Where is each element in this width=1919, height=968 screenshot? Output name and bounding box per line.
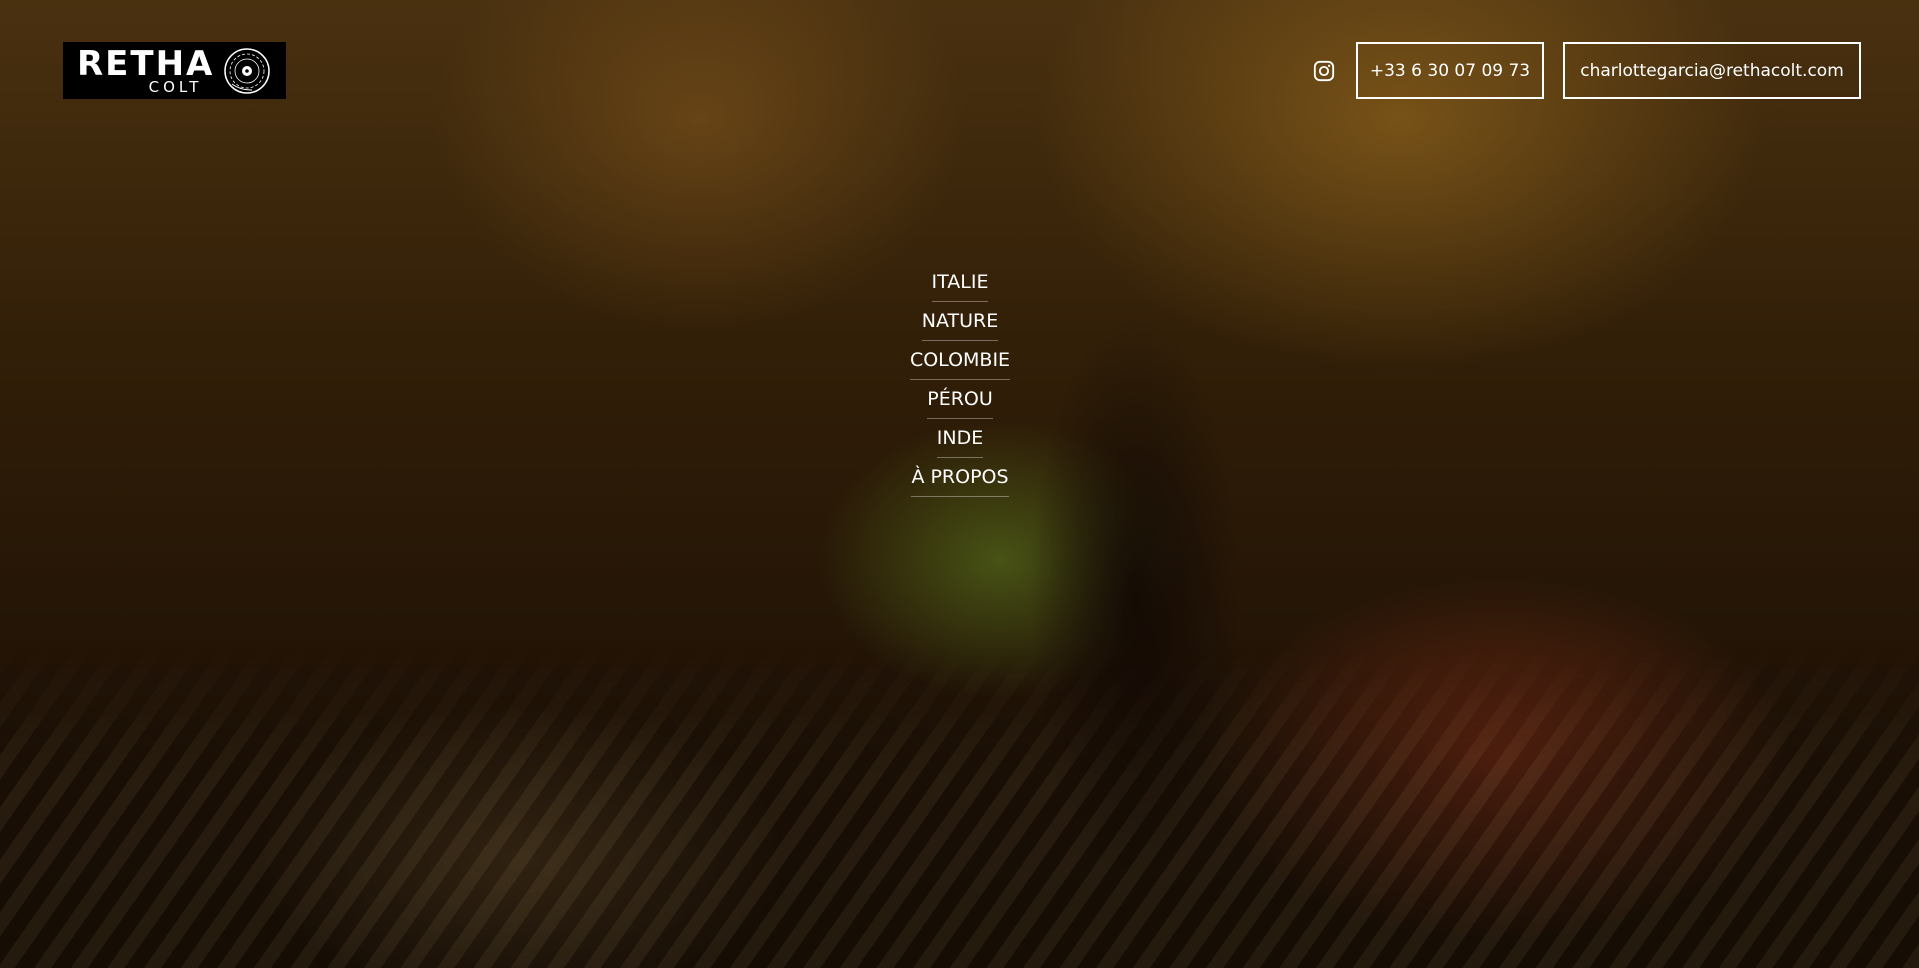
logo-wordmark: RETHA COLT bbox=[77, 47, 214, 95]
logo-name: RETHA bbox=[77, 43, 215, 84]
site-logo[interactable]: RETHA COLT bbox=[63, 42, 286, 99]
email-button[interactable]: charlottegarcia@rethacolt.com bbox=[1563, 42, 1861, 99]
page: RETHA COLT +33 6 30 07 09 73 charlottega… bbox=[0, 0, 1919, 968]
nav-item-nature[interactable]: NATURE bbox=[921, 309, 999, 341]
nav-item-perou[interactable]: PÉROU bbox=[927, 387, 993, 419]
phone-button[interactable]: +33 6 30 07 09 73 bbox=[1356, 42, 1544, 99]
instagram-icon[interactable] bbox=[1313, 60, 1335, 82]
logo-subname: COLT bbox=[148, 77, 203, 96]
header-contact: +33 6 30 07 09 73 charlottegarcia@rethac… bbox=[1313, 42, 1861, 99]
vinyl-record-icon bbox=[224, 47, 271, 94]
email-label: charlottegarcia@rethacolt.com bbox=[1580, 60, 1844, 81]
nav-item-inde[interactable]: INDE bbox=[936, 426, 984, 458]
main-nav: ITALIE NATURE COLOMBIE PÉROU INDE À PROP… bbox=[860, 270, 1060, 504]
phone-label: +33 6 30 07 09 73 bbox=[1369, 60, 1531, 81]
nav-item-colombie[interactable]: COLOMBIE bbox=[909, 348, 1011, 380]
nav-item-italie[interactable]: ITALIE bbox=[931, 270, 988, 302]
nav-item-a-propos[interactable]: À PROPOS bbox=[911, 465, 1009, 497]
